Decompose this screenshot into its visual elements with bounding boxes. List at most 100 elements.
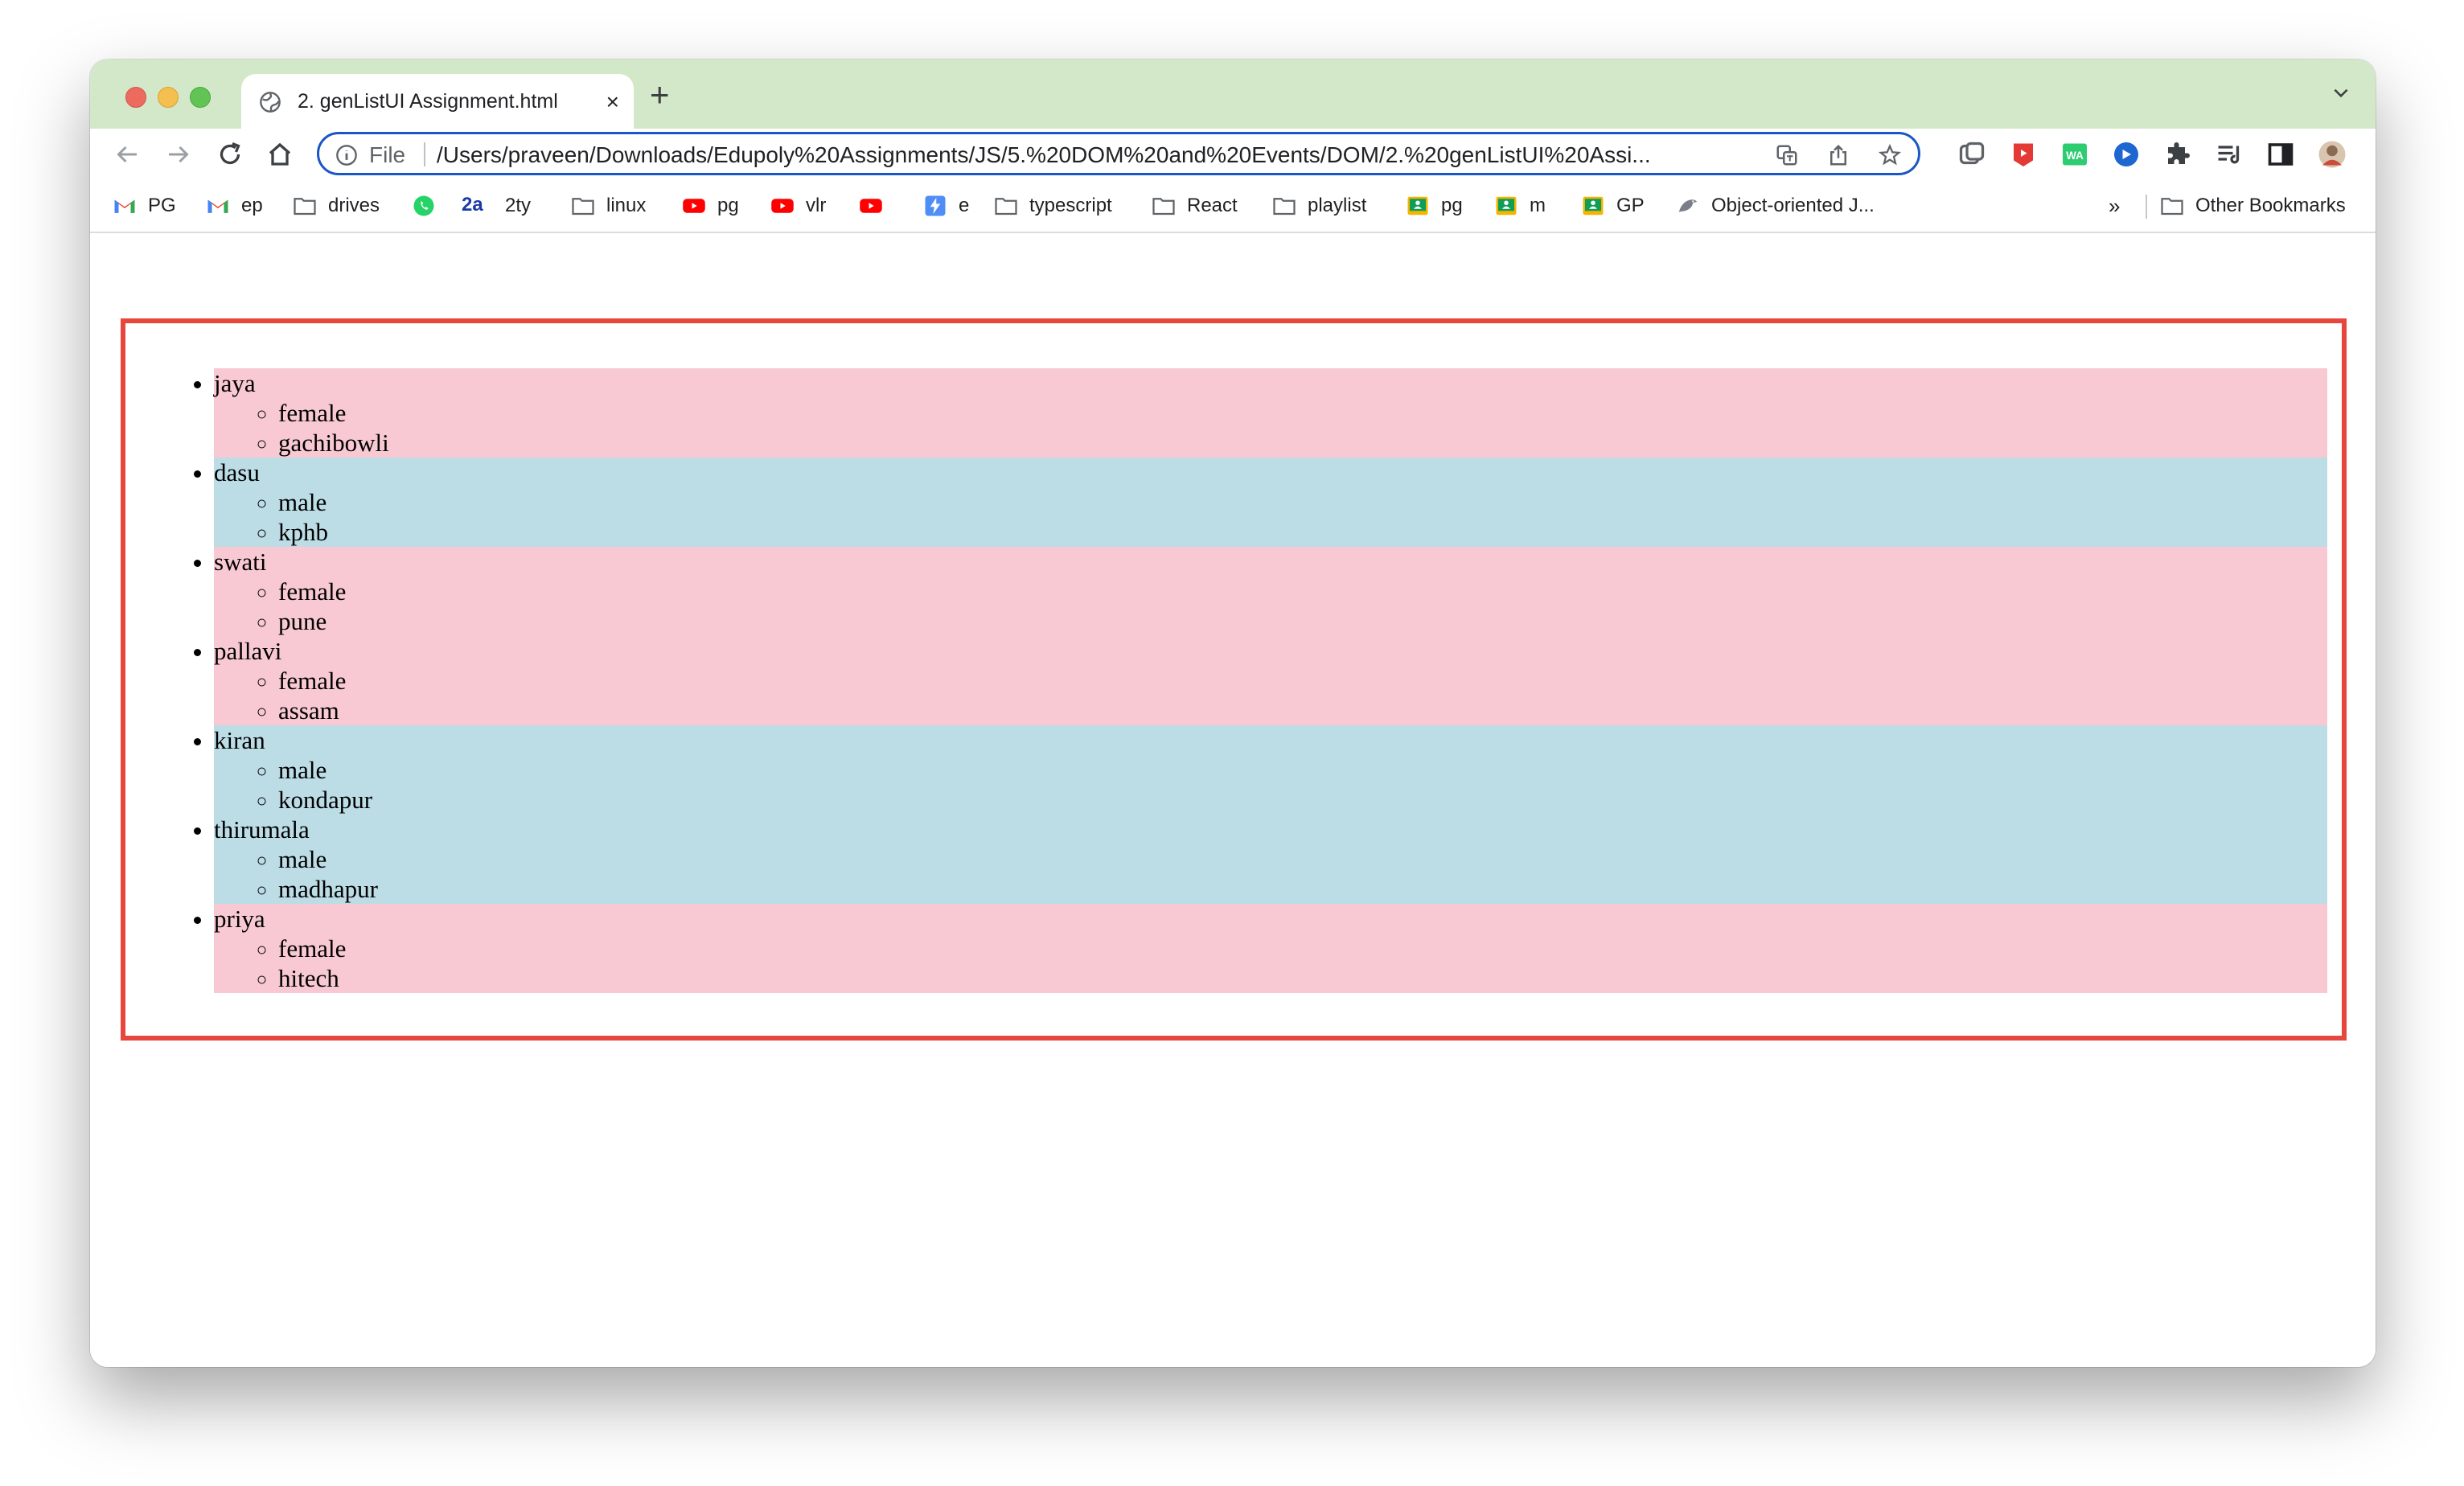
person-gender: male [278, 844, 2327, 874]
bookmark-label: 2ty [505, 195, 532, 216]
bookmark-label: vlr [806, 195, 827, 216]
kebab-menu-icon[interactable] [2366, 140, 2376, 169]
media-extension-icon[interactable] [2112, 140, 2141, 169]
svg-text:WA: WA [2066, 150, 2084, 162]
person-name: thirumala [214, 815, 310, 844]
back-arrow-icon[interactable] [113, 140, 142, 169]
bookmark-label: linux [606, 195, 647, 216]
tab-search-chevron-icon[interactable] [2331, 82, 2351, 109]
bookmark-item[interactable]: ep [206, 193, 263, 219]
bookmark-item[interactable]: linux [571, 193, 646, 219]
person-details: malekondapur [214, 755, 2327, 815]
browser-window: 2. genListUI Assignment.html × + File /U… [90, 60, 2376, 1367]
person-details: femaleassam [214, 666, 2327, 725]
red-play-extension-icon[interactable] [2009, 140, 2038, 169]
youtube-icon [860, 199, 882, 213]
other-bookmarks[interactable]: Other Bookmarks [2160, 193, 2346, 219]
window-close-button[interactable] [125, 87, 146, 108]
classroom-icon [1407, 196, 1428, 216]
url-text[interactable]: /Users/praveen/Downloads/Edupoly%20Assig… [437, 142, 1651, 168]
person-item: pallavifemaleassam [214, 636, 2327, 725]
person-location: gachibowli [278, 428, 2327, 458]
share-icon[interactable] [1826, 143, 1850, 167]
folder-icon [1152, 198, 1175, 216]
bookmark-item[interactable] [412, 193, 447, 219]
person-location: madhapur [278, 874, 2327, 904]
extension-puzzle-alt-icon[interactable] [1957, 140, 1986, 169]
list-container: jayafemalegachibowlidasumalekphbswatifem… [121, 318, 2347, 1041]
omnibox-divider [424, 142, 425, 166]
classroom-icon [1583, 196, 1604, 216]
folder-icon [995, 198, 1017, 216]
reload-icon[interactable] [216, 140, 244, 169]
extensions-puzzle-icon[interactable] [2163, 140, 2192, 169]
person-details: femalepune [214, 577, 2327, 636]
tab-close-icon[interactable]: × [606, 91, 619, 113]
bookmark-star-icon[interactable] [1878, 143, 1902, 167]
person-item: thirumalamalemadhapur [214, 815, 2327, 904]
bookmark-item[interactable]: m [1494, 193, 1546, 219]
bookmark-label: playlist [1308, 195, 1367, 216]
translate-icon[interactable] [1775, 143, 1799, 167]
bookmark-item[interactable]: drives [293, 193, 380, 219]
person-item: swatifemalepune [214, 547, 2327, 636]
folder-icon [1273, 198, 1296, 216]
new-tab-button[interactable]: + [650, 78, 670, 112]
toolbar: File /Users/praveen/Downloads/Edupoly%20… [90, 129, 2376, 182]
folder-icon [294, 198, 316, 216]
reading-list-icon[interactable] [2215, 140, 2244, 169]
globe-icon [260, 92, 281, 113]
person-item: kiranmalekondapur [214, 725, 2327, 815]
window-maximize-button[interactable] [190, 87, 211, 108]
tab-active[interactable]: 2. genListUI Assignment.html × [241, 74, 634, 130]
bookmark-item[interactable]: React [1152, 193, 1238, 219]
bookmark-label: ep [241, 195, 263, 216]
gmail-icon [114, 199, 135, 213]
bookmark-item[interactable]: typescript [994, 193, 1112, 219]
youtube-icon [771, 199, 794, 213]
bookmark-label: typescript [1029, 195, 1112, 216]
person-name: kiran [214, 726, 265, 754]
person-gender: male [278, 755, 2327, 785]
bookmark-item[interactable]: pg [1406, 193, 1463, 219]
bookmark-label: PG [148, 195, 176, 216]
address-bar[interactable]: File /Users/praveen/Downloads/Edupoly%20… [317, 132, 1920, 175]
wa-extension-icon[interactable]: WA [2060, 140, 2089, 169]
person-location: pune [278, 606, 2327, 636]
tab-strip: 2. genListUI Assignment.html × + [90, 60, 2376, 130]
person-details: malemadhapur [214, 844, 2327, 904]
person-item: jayafemalegachibowli [214, 368, 2327, 458]
bookmark-label: e [959, 195, 970, 216]
person-details: femalegachibowli [214, 398, 2327, 458]
bookmark-item[interactable]: GP [1581, 193, 1645, 219]
bookmark-item[interactable]: playlist [1272, 193, 1366, 219]
page-content: jayafemalegachibowlidasumalekphbswatifem… [90, 233, 2376, 1367]
bookmark-item[interactable]: Object-oriented J... [1676, 193, 1875, 219]
person-name: priya [214, 905, 265, 933]
person-name: dasu [214, 458, 260, 486]
tab-title: 2. genListUI Assignment.html [298, 90, 558, 113]
bookmark-item[interactable]: e [923, 193, 969, 219]
person-name: pallavi [214, 637, 282, 665]
home-icon[interactable] [265, 140, 294, 169]
person-location: kondapur [278, 785, 2327, 815]
person-gender: female [278, 577, 2327, 606]
bookmark-label: pg [1441, 195, 1463, 216]
profile-avatar[interactable] [2318, 140, 2347, 169]
window-minimize-button[interactable] [158, 87, 179, 108]
bookmark-item[interactable]: vlr [770, 193, 826, 219]
bookmarks-bar: PG ep drives 2a 2ty linux pg vlr e types… [90, 182, 2376, 233]
bookmark-item[interactable]: 2a 2ty [462, 193, 531, 219]
bookmark-item[interactable]: pg [682, 193, 739, 219]
bookmark-item[interactable] [859, 193, 894, 219]
info-icon[interactable] [335, 144, 358, 166]
side-panel-icon[interactable] [2266, 140, 2295, 169]
folder-icon [572, 198, 594, 216]
youtube-icon [683, 199, 705, 213]
person-location: hitech [278, 963, 2327, 993]
forward-arrow-icon[interactable] [164, 140, 193, 169]
bookmarks-overflow-button[interactable]: » [2109, 193, 2120, 219]
person-item: dasumalekphb [214, 458, 2327, 547]
bookmark-item[interactable]: PG [113, 193, 176, 219]
person-location: assam [278, 696, 2327, 725]
